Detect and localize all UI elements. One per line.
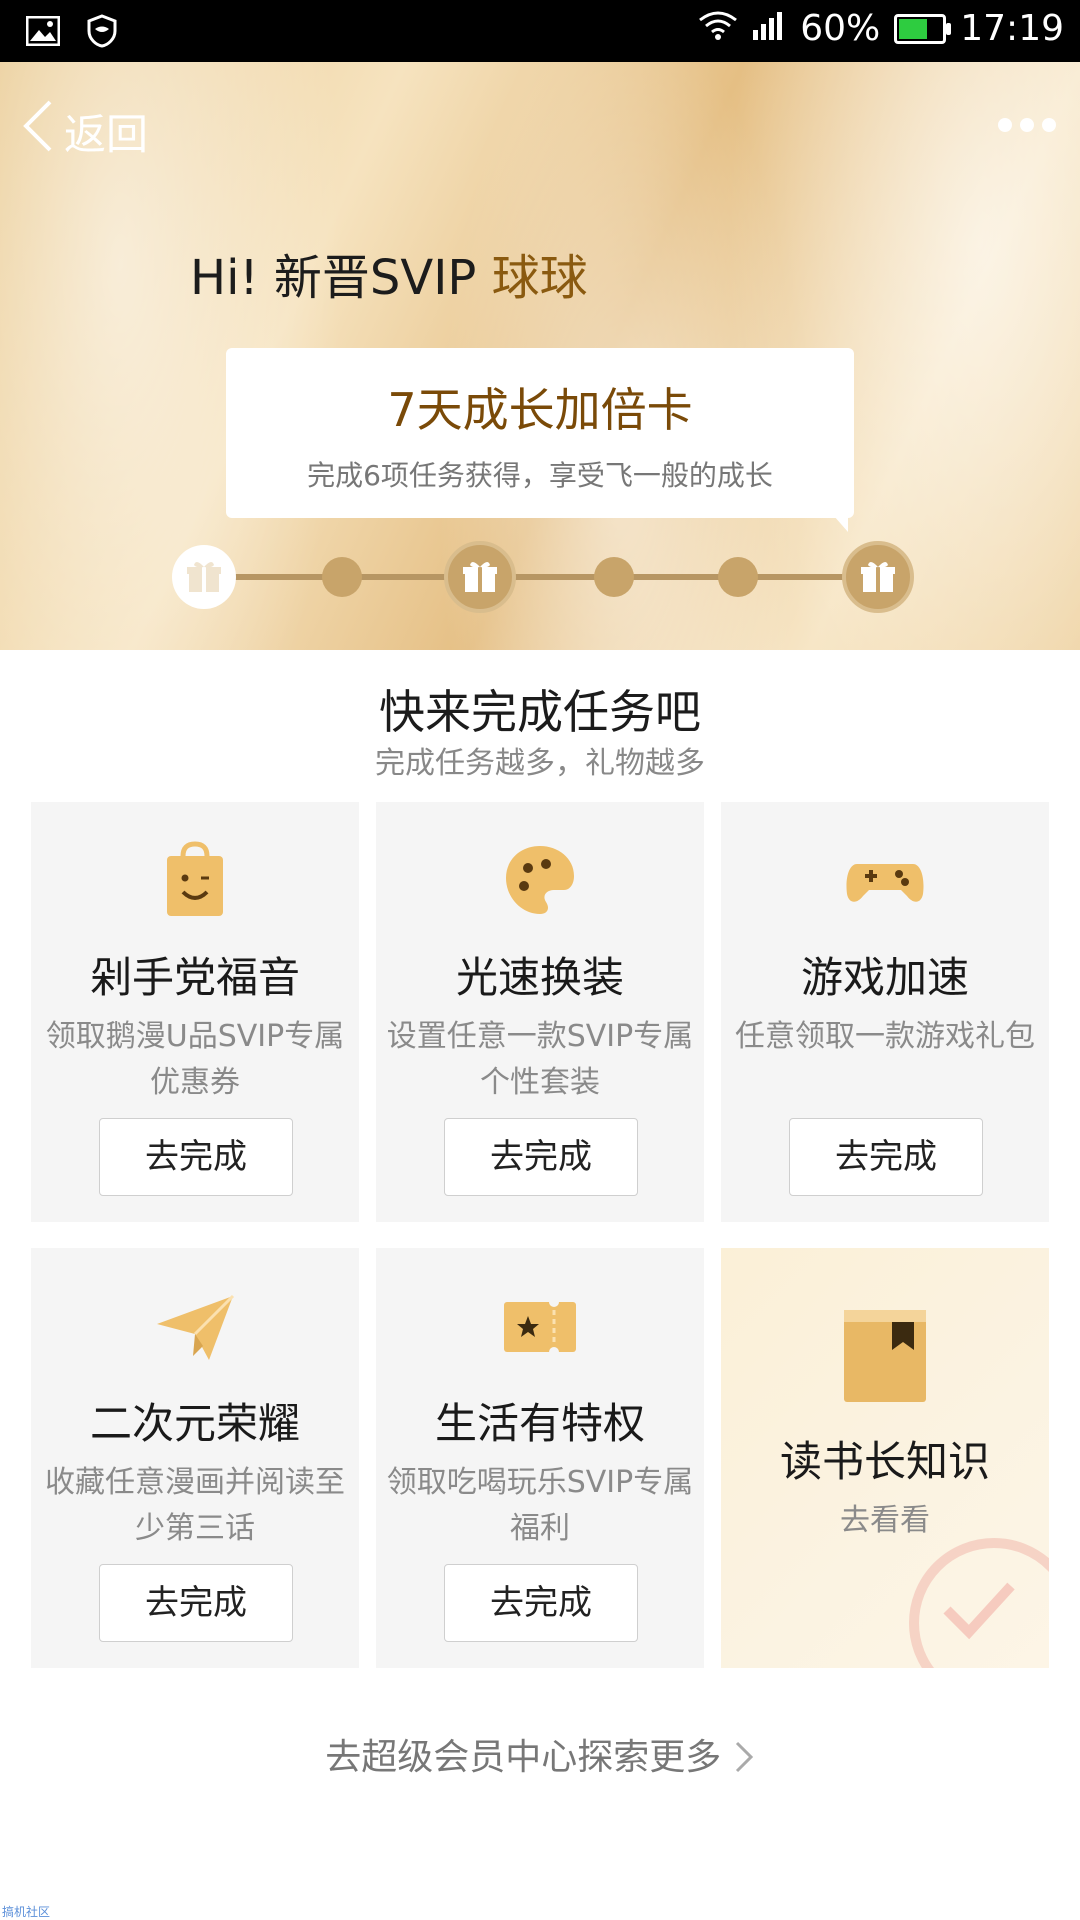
chevron-right-icon [733,1737,755,1778]
clock: 17:19 [960,8,1064,49]
task-desc: 任意领取一款游戏礼包 [735,1019,1035,1054]
complete-task-button[interactable]: 去完成 [99,1118,293,1196]
wifi-icon [698,8,738,49]
greeting-prefix: Hi! 新晋SVIP [190,250,477,306]
battery-icon [894,13,952,44]
task-card[interactable]: 生活有特权 领取吃喝玩乐SVIP专属福利 去完成 [376,1248,704,1668]
task-title: 剁手党福音 [89,953,300,1002]
task-card[interactable]: 光速换装 设置任意一款SVIP专属个性套装 去完成 [376,802,704,1222]
task-title: 游戏加速 [800,953,969,1002]
more-dots-icon[interactable] [998,118,1056,132]
task-title: 生活有特权 [434,1399,645,1448]
complete-task-button[interactable]: 去完成 [99,1564,293,1642]
status-bar: 60% 17:19 [0,0,1080,62]
task-card-completed[interactable]: 读书长知识 去看看 [721,1248,1049,1668]
progress-track [205,574,875,580]
task-desc: 设置任意一款SVIP专属个性套装 [386,1019,694,1100]
greeting: Hi! 新晋SVIP 球球 [190,238,588,308]
section-title: 快来完成任务吧 [379,685,701,739]
section-subtitle: 完成任务越多，礼物越多 [375,746,705,781]
gift-icon [842,541,914,613]
book-bookmark-icon [842,1308,928,1404]
task-desc: 领取吃喝玩乐SVIP专属福利 [386,1465,694,1546]
task-title: 读书长知识 [779,1437,990,1486]
battery-percent: 60% [800,8,881,49]
explore-more-link[interactable]: 去超级会员中心探索更多 [0,1728,1080,1780]
task-card[interactable]: 二次元荣耀 收藏任意漫画并阅读至少第三话 去完成 [31,1248,359,1668]
progress-step [322,557,362,597]
task-desc: 领取鹅漫U品SVIP专属优惠券 [45,1019,345,1100]
task-desc: 收藏任意漫画并阅读至少第三话 [45,1465,345,1546]
explore-more-label: 去超级会员中心探索更多 [325,1737,722,1778]
task-title: 光速换装 [455,953,624,1002]
gift-icon [444,541,516,613]
task-card[interactable]: 游戏加速 任意领取一款游戏礼包 去完成 [721,802,1049,1222]
reward-card-title: 7天成长加倍卡 [387,383,693,437]
image-icon [25,15,61,50]
complete-task-button[interactable]: 去完成 [789,1118,983,1196]
progress-step-start [172,545,236,609]
reward-card: 7天成长加倍卡 完成6项任务获得，享受飞一般的成长 [226,348,854,532]
shield-icon [86,14,118,52]
task-card[interactable]: 剁手党福音 领取鹅漫U品SVIP专属优惠券 去完成 [31,802,359,1222]
reward-card-subtitle: 完成6项任务获得，享受飞一般的成长 [307,459,773,492]
back-label: 返回 [64,109,149,159]
shopping-bag-smile-icon [153,838,237,922]
chevron-left-icon [20,98,56,164]
task-title: 二次元荣耀 [89,1399,300,1448]
signal-icon [752,8,786,49]
progress-step [594,557,634,597]
watermark: 搞机社区 [2,1905,51,1919]
user-name: 球球 [491,250,588,306]
paper-plane-icon [153,1284,237,1368]
complete-task-button[interactable]: 去完成 [444,1118,638,1196]
ticket-star-icon [498,1284,582,1368]
gamepad-icon [843,838,927,922]
palette-icon [498,838,582,922]
hero-banner: 返回 Hi! 新晋SVIP 球球 7天成长加倍卡 完成6项任务获得，享受飞一般的… [0,62,1080,650]
progress-step [718,557,758,597]
complete-task-button[interactable]: 去完成 [444,1564,638,1642]
back-button[interactable]: 返回 [20,98,148,164]
completed-stamp-icon [909,1538,1049,1668]
